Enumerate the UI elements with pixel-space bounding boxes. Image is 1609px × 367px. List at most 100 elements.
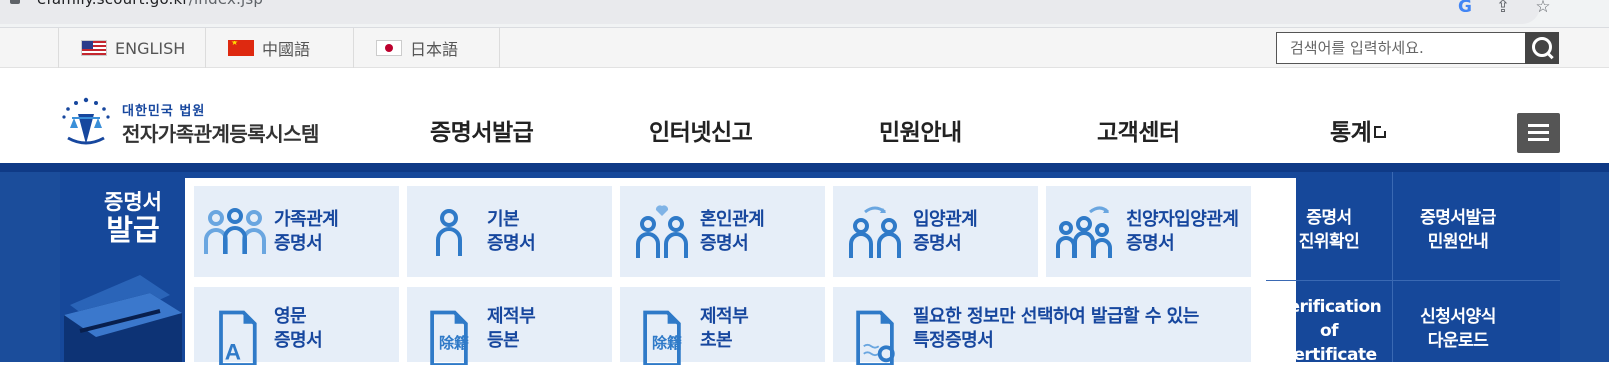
tile-label: 제적부초본 xyxy=(700,305,749,353)
language-label: 日本語 xyxy=(410,40,459,59)
language-label: 中國語 xyxy=(262,40,311,59)
tile-label-line1: 기본 xyxy=(487,208,520,230)
tile-label-line1: 혼인관계 xyxy=(700,208,765,230)
hamburger-icon-bar xyxy=(1528,131,1549,134)
tile-label-line2: 증명서 xyxy=(487,232,536,254)
japan-flag-icon xyxy=(376,40,402,56)
application-form-download-link[interactable]: 신청서양식 다운로드 xyxy=(1393,305,1523,365)
language-english-link[interactable]: ENGLISH xyxy=(58,28,206,68)
side-link-line2: 민원안내 xyxy=(1427,232,1489,252)
marriage-icon xyxy=(636,204,688,258)
lock-icon xyxy=(10,0,20,4)
tile-label-line2: 증명서 xyxy=(1126,232,1175,254)
category-title-line2: 발급 xyxy=(106,213,160,248)
english-certificate-tile[interactable]: A 영문증명서 xyxy=(194,287,399,365)
all-menu-button[interactable] xyxy=(1517,113,1560,153)
search-button[interactable] xyxy=(1525,32,1559,64)
china-flag-icon xyxy=(228,40,254,56)
family-relation-certificate-tile[interactable]: 가족관계 증명서 xyxy=(194,186,399,277)
tile-label: 친양자입양관계 증명서 xyxy=(1126,208,1239,256)
tile-label-line2: 등본 xyxy=(487,330,520,351)
hamburger-icon xyxy=(1528,124,1549,127)
verification-of-certificate-link[interactable]: Verification of Certificate xyxy=(1266,295,1392,365)
tile-label-line1: 가족관계 xyxy=(274,208,339,230)
adoption-icon xyxy=(849,206,901,258)
tile-label: 필요한 정보만 선택하여 발급할 수 있는특정증명서 xyxy=(913,305,1199,353)
share-icon[interactable]: ⇪ xyxy=(1493,0,1513,17)
site-search xyxy=(1276,32,1559,64)
removed-register-transcript-tile[interactable]: 除籍 제적부등본 xyxy=(407,287,612,365)
document-search-icon xyxy=(856,310,895,365)
court-emblem-icon xyxy=(62,97,110,145)
nav-internet-report[interactable]: 인터넷신고 xyxy=(649,113,753,147)
us-flag-icon xyxy=(81,40,107,56)
adoption-certificate-tile[interactable]: 입양관계 증명서 xyxy=(833,186,1038,277)
removed-register-tag: 除籍 xyxy=(439,334,470,352)
site-header: 대한민국 법원 전자가족관계등록시스템 증명서발급 인터넷신고 민원안내 고객센… xyxy=(0,68,1609,163)
tile-label-line1: 제적부 xyxy=(487,306,536,327)
language-japanese-link[interactable]: 日本語 xyxy=(354,28,500,68)
removed-register-abstract-tile[interactable]: 除籍 제적부초본 xyxy=(620,287,825,365)
search-input[interactable] xyxy=(1276,32,1526,64)
url-text[interactable]: efamily.scourt.go.kr/index.jsp xyxy=(37,0,263,8)
specific-certificate-tile[interactable]: 필요한 정보만 선택하여 발급할 수 있는특정증명서 xyxy=(833,287,1251,365)
hamburger-icon-bar xyxy=(1528,138,1549,141)
band-top-stripe xyxy=(0,163,1609,172)
tile-label: 가족관계 증명서 xyxy=(274,208,339,256)
tile-label-line2: 증명서 xyxy=(274,330,323,351)
url-path: /index.jsp xyxy=(189,0,263,8)
removed-register-tag: 除籍 xyxy=(652,334,683,352)
tile-label: 기본 증명서 xyxy=(487,208,536,256)
person-icon xyxy=(436,208,462,256)
basic-certificate-tile[interactable]: 기본 증명서 xyxy=(407,186,612,277)
printer-icon xyxy=(64,275,182,362)
tile-label-line2: 초본 xyxy=(700,330,733,351)
side-link-line2: 진위확인 xyxy=(1298,232,1360,252)
tile-label: 입양관계 증명서 xyxy=(913,208,978,256)
logo-system-name: 전자가족관계등록시스템 xyxy=(122,122,319,146)
marriage-certificate-tile[interactable]: 혼인관계 증명서 xyxy=(620,186,825,277)
side-divider xyxy=(1266,280,1560,281)
full-adoption-icon xyxy=(1056,206,1112,258)
side-link-line1: Verification of xyxy=(1276,297,1382,341)
tile-label: 제적부등본 xyxy=(487,305,536,353)
nav-statistics[interactable]: 통계 xyxy=(1330,113,1388,147)
logo-court-name: 대한민국 법원 xyxy=(122,104,206,119)
tile-label: 혼인관계 증명서 xyxy=(700,208,765,256)
browser-address-bar: efamily.scourt.go.kr/index.jsp G ⇪ ☆ xyxy=(0,0,1609,28)
tile-label-line1: 제적부 xyxy=(700,306,749,327)
url-box[interactable]: efamily.scourt.go.kr/index.jsp xyxy=(0,0,1540,24)
tile-label-line2: 증명서 xyxy=(700,232,749,254)
category-title-line1: 증명서 xyxy=(104,190,162,214)
tile-label-line1: 영문 xyxy=(274,306,307,327)
english-document-icon: A xyxy=(219,310,257,365)
tile-label-line1: 필요한 정보만 선택하여 발급할 수 있는 xyxy=(913,306,1199,327)
tile-label-line1: 친양자입양관계 xyxy=(1126,208,1239,230)
tile-label-line2: 특정증명서 xyxy=(913,330,994,351)
tile-label-line1: 입양관계 xyxy=(913,208,978,230)
google-icon[interactable]: G xyxy=(1455,0,1475,17)
side-link-line1: 증명서발급 xyxy=(1420,208,1496,228)
language-chinese-link[interactable]: 中國語 xyxy=(206,28,354,68)
tile-label-line2: 증명서 xyxy=(913,232,962,254)
nav-certificate-issue[interactable]: 증명서발급 xyxy=(430,113,534,147)
nav-customer-center[interactable]: 고객센터 xyxy=(1097,113,1180,147)
full-adoption-certificate-tile[interactable]: 친양자입양관계 증명서 xyxy=(1046,186,1251,277)
side-link-line2: 다운로드 xyxy=(1427,331,1489,351)
svg-text:A: A xyxy=(225,339,241,364)
tile-label-line2: 증명서 xyxy=(274,232,323,254)
nav-civil-guide[interactable]: 민원안내 xyxy=(879,113,962,147)
language-bar: ENGLISH 中國語 日本語 xyxy=(0,28,1609,68)
external-link-icon xyxy=(1374,125,1388,138)
side-link-line1: 증명서 xyxy=(1306,208,1352,228)
certificate-verification-link[interactable]: 증명서 진위확인 xyxy=(1266,190,1392,270)
category-title: 증명서 발급 xyxy=(104,190,162,247)
url-host: efamily.scourt.go.kr xyxy=(37,0,189,8)
bookmark-star-icon[interactable]: ☆ xyxy=(1533,0,1553,17)
certificate-issue-guide-link[interactable]: 증명서발급 민원안내 xyxy=(1393,190,1523,270)
tile-label: 영문증명서 xyxy=(274,305,323,353)
nav-statistics-label: 통계 xyxy=(1330,120,1372,146)
side-link-line2: Certificate xyxy=(1281,345,1377,365)
site-logo[interactable]: 대한민국 법원 전자가족관계등록시스템 xyxy=(60,94,330,146)
side-link-line1: 신청서양식 xyxy=(1420,307,1496,327)
